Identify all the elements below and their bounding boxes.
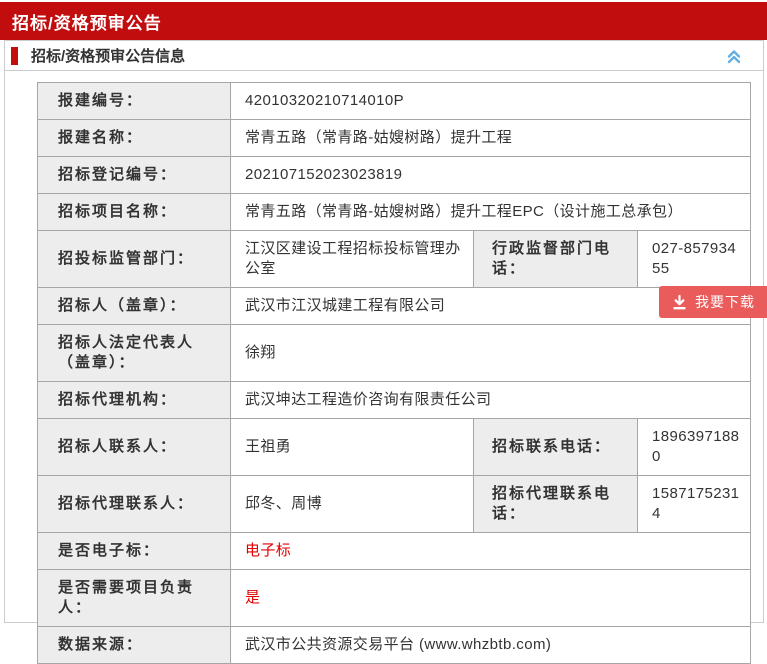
table-row: 数据来源：武汉市公共资源交易平台 (www.whzbtb.com): [38, 627, 751, 664]
download-arrow-icon: [672, 295, 687, 310]
download-button-label: 我要下载: [695, 292, 755, 312]
row-value: 027-85793455: [638, 231, 751, 288]
table-row: 报建名称：常青五路（常青路-姑嫂树路）提升工程: [38, 120, 751, 157]
row-value: 18963971880: [638, 419, 751, 476]
row-value: 42010320210714010P: [231, 83, 751, 120]
row-label: 招标代理机构：: [38, 382, 231, 419]
section-header: 招标/资格预审公告信息: [5, 41, 763, 71]
table-row: 招标人法定代表人（盖章）：徐翔: [38, 325, 751, 382]
row-value: 是: [231, 570, 751, 627]
row-value: 202107152023023819: [231, 157, 751, 194]
row-label: 招标代理联系电话：: [474, 476, 638, 533]
row-label: 招标人（盖章）：: [38, 288, 231, 325]
table-row: 是否电子标：电子标: [38, 533, 751, 570]
row-value: 江汉区建设工程招标投标管理办公室: [231, 231, 474, 288]
announcement-table: 报建编号：42010320210714010P报建名称：常青五路（常青路-姑嫂树…: [37, 82, 751, 664]
row-label: 报建编号：: [38, 83, 231, 120]
table-row: 招标代理联系人：邱冬、周博招标代理联系电话：15871752314: [38, 476, 751, 533]
announcement-table-body: 报建编号：42010320210714010P报建名称：常青五路（常青路-姑嫂树…: [38, 83, 751, 664]
row-label: 招标登记编号：: [38, 157, 231, 194]
row-label: 招标代理联系人：: [38, 476, 231, 533]
row-label: 招标联系电话：: [474, 419, 638, 476]
row-value: 邱冬、周博: [231, 476, 474, 533]
announcement-panel: 招标/资格预审公告信息 报建编号：42010320210714010P报建名称：…: [4, 40, 764, 623]
row-label: 报建名称：: [38, 120, 231, 157]
page-title: 招标/资格预审公告: [0, 9, 162, 34]
double-chevron-up-icon[interactable]: [725, 47, 743, 65]
table-row: 是否需要项目负责人：是: [38, 570, 751, 627]
row-value: 徐翔: [231, 325, 751, 382]
page-title-bar: 招标/资格预审公告: [0, 2, 767, 40]
row-value: 常青五路（常青路-姑嫂树路）提升工程: [231, 120, 751, 157]
table-row: 招投标监管部门：江汉区建设工程招标投标管理办公室行政监督部门电话：027-857…: [38, 231, 751, 288]
table-row: 报建编号：42010320210714010P: [38, 83, 751, 120]
table-row: 招标项目名称：常青五路（常青路-姑嫂树路）提升工程EPC（设计施工总承包）: [38, 194, 751, 231]
row-value: 武汉市公共资源交易平台 (www.whzbtb.com): [231, 627, 751, 664]
row-value: 王祖勇: [231, 419, 474, 476]
row-label: 行政监督部门电话：: [474, 231, 638, 288]
row-label: 招标人法定代表人（盖章）：: [38, 325, 231, 382]
table-row: 招标人（盖章）：武汉市江汉城建工程有限公司: [38, 288, 751, 325]
table-row: 招标代理机构：武汉坤达工程造价咨询有限责任公司: [38, 382, 751, 419]
row-value: 武汉坤达工程造价咨询有限责任公司: [231, 382, 751, 419]
section-accent-bar: [11, 47, 18, 65]
section-title: 招标/资格预审公告信息: [31, 45, 185, 66]
row-label: 招投标监管部门：: [38, 231, 231, 288]
row-value: 电子标: [231, 533, 751, 570]
row-label: 招标项目名称：: [38, 194, 231, 231]
row-value: 常青五路（常青路-姑嫂树路）提升工程EPC（设计施工总承包）: [231, 194, 751, 231]
row-value: 15871752314: [638, 476, 751, 533]
table-row: 招标人联系人：王祖勇招标联系电话：18963971880: [38, 419, 751, 476]
announcement-table-wrap: 报建编号：42010320210714010P报建名称：常青五路（常青路-姑嫂树…: [37, 82, 750, 664]
table-row: 招标登记编号：202107152023023819: [38, 157, 751, 194]
row-label: 是否需要项目负责人：: [38, 570, 231, 627]
row-label: 数据来源：: [38, 627, 231, 664]
row-label: 招标人联系人：: [38, 419, 231, 476]
download-button[interactable]: 我要下载: [659, 286, 767, 318]
row-label: 是否电子标：: [38, 533, 231, 570]
